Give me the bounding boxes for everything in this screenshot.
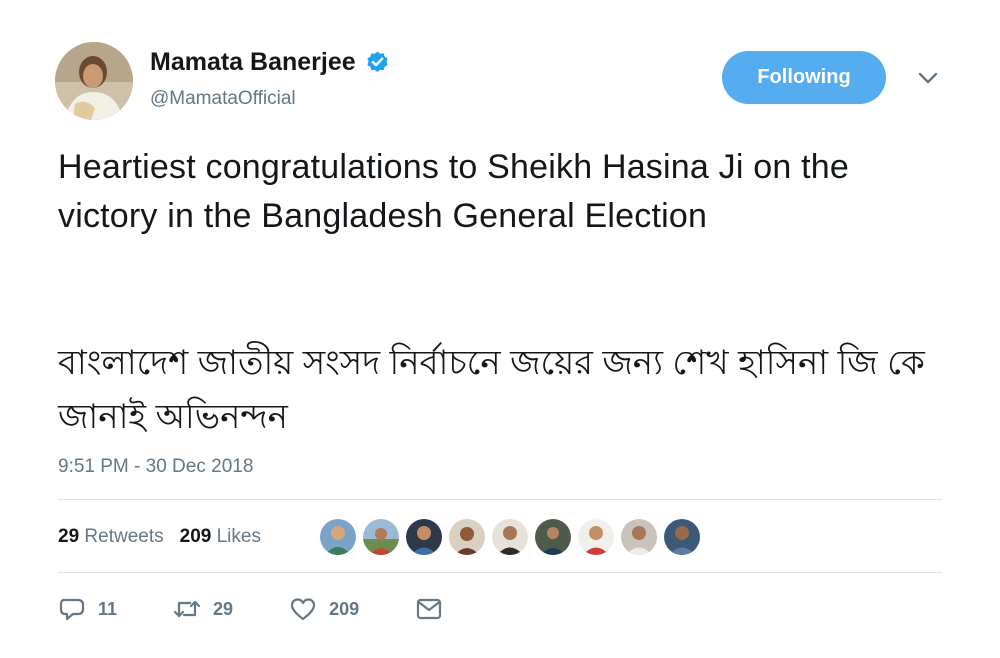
- direct-message-button[interactable]: [415, 596, 455, 622]
- liker-avatar[interactable]: [533, 517, 573, 557]
- liker-avatar[interactable]: [576, 517, 616, 557]
- likes-count: 209: [179, 526, 212, 547]
- avatar-image: [55, 42, 133, 120]
- tweet-text-english: Heartiest congratulations to Sheikh Hasi…: [58, 148, 849, 235]
- liker-avatar[interactable]: [361, 517, 401, 557]
- reply-count: 11: [98, 598, 118, 619]
- retweet-button[interactable]: 29: [173, 596, 233, 622]
- verified-badge-icon: [367, 51, 388, 72]
- likes-stat[interactable]: 209 Likes: [180, 526, 261, 548]
- direct-message-icon: [417, 598, 442, 620]
- liker-avatar[interactable]: [404, 517, 444, 557]
- tweet-timestamp[interactable]: 9:51 PM - 30 Dec 2018: [58, 456, 253, 478]
- like-count: 209: [329, 598, 360, 619]
- user-handle[interactable]: @MamataOfficial: [150, 88, 296, 110]
- liker-avatar[interactable]: [490, 517, 530, 557]
- retweets-count: 29: [58, 526, 80, 547]
- divider: [58, 499, 942, 500]
- heart-icon: [290, 598, 316, 621]
- tweet-stats: 29 Retweets 209 Likes: [58, 526, 261, 548]
- liker-avatar[interactable]: [318, 517, 358, 557]
- liker-avatar[interactable]: [447, 517, 487, 557]
- avatar[interactable]: [55, 42, 133, 120]
- likers-facepile: [318, 517, 705, 557]
- liker-avatar[interactable]: [619, 517, 659, 557]
- likes-label: Likes: [216, 526, 261, 547]
- display-name[interactable]: Mamata Banerjee: [150, 48, 390, 77]
- retweet-count: 29: [213, 598, 234, 619]
- reply-button[interactable]: 11: [58, 596, 117, 622]
- tweet-text-bengali: বাংলাদেশ জাতীয় সংসদ নির্বাচনে জয়ের জন্…: [58, 344, 925, 436]
- retweets-label: Retweets: [84, 526, 164, 547]
- tweet-actions: 11 29 209: [58, 596, 511, 622]
- liker-avatar[interactable]: [662, 517, 702, 557]
- chevron-down-icon[interactable]: [917, 70, 939, 86]
- reply-icon: [59, 598, 85, 621]
- retweets-stat[interactable]: 29 Retweets: [58, 526, 164, 548]
- display-name-text: Mamata Banerjee: [150, 48, 356, 76]
- divider: [58, 572, 942, 573]
- retweet-icon: [173, 600, 201, 618]
- following-button[interactable]: Following: [722, 51, 886, 104]
- like-button[interactable]: 209: [289, 596, 359, 622]
